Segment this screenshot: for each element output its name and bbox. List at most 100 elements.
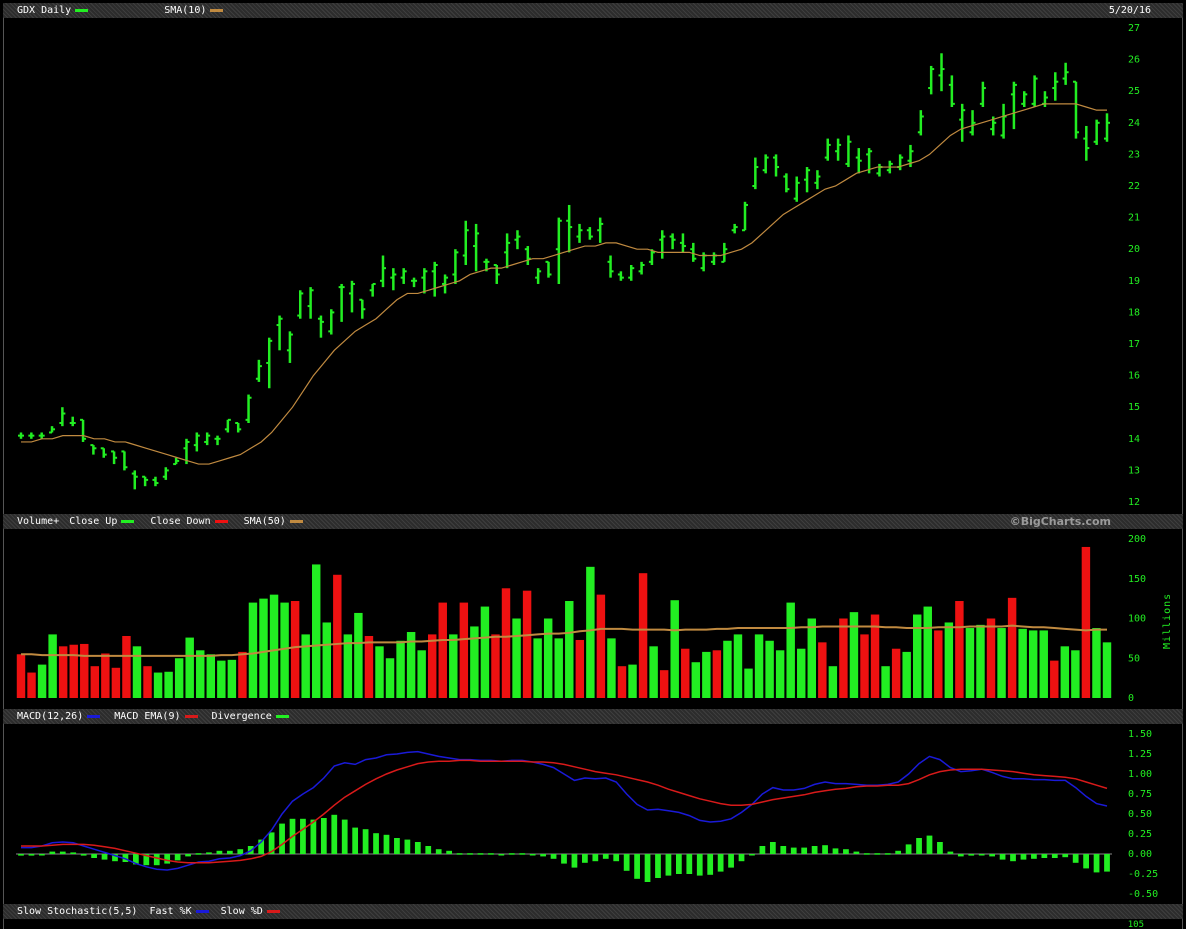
price-sma-label: SMA(10) [164, 5, 207, 16]
volume-bar [143, 666, 152, 698]
divergence-bar [1072, 854, 1079, 863]
volume-bar [691, 662, 701, 698]
divergence-bar [738, 854, 745, 862]
volume-bar [1039, 630, 1048, 698]
macd-panel: -0.50 -0.25 0.00 0.25 0.50 0.75 1.00 1.25 1.50 [3, 724, 1183, 904]
macd-ema-swatch [184, 714, 198, 718]
volume-bar [333, 574, 342, 698]
divergence-bar [519, 853, 526, 855]
volume-bar [744, 668, 753, 698]
divergence-bar [446, 850, 453, 854]
volume-bar [501, 588, 511, 698]
volume-panel-header: Volume+ Close Up Close Down SMA(50) ©Big… [3, 514, 1183, 529]
divergence-bar [644, 854, 651, 882]
volume-bar [944, 622, 954, 698]
volume-bar [533, 638, 542, 698]
volume-bar [375, 646, 384, 698]
volume-bar [986, 618, 996, 698]
divergence-bar [613, 854, 620, 862]
volume-bar [364, 635, 374, 698]
volume-bar [565, 601, 574, 698]
volume-bar [153, 672, 163, 698]
divergence-bar [968, 854, 975, 856]
close-up-swatch [121, 519, 135, 523]
volume-bar [797, 648, 806, 698]
volume-bar [69, 644, 78, 698]
divergence-bar [947, 851, 954, 854]
divergence-bar [749, 854, 755, 856]
divergence-bar [508, 853, 515, 855]
price-tick-label: 20 [1128, 244, 1140, 255]
divergence-bar [279, 823, 285, 854]
stochastic-label: Slow Stochastic(5,5) [17, 906, 138, 917]
volume-bar [1092, 628, 1101, 698]
volume-bar [1071, 650, 1080, 698]
divergence-bar [195, 853, 202, 855]
divergence-bar [780, 846, 787, 854]
divergence-bar [665, 854, 672, 876]
ticker-swatch [75, 8, 89, 12]
divergence-bar [832, 848, 839, 854]
price-tick-label: 21 [1128, 213, 1140, 224]
macd-tick-label: 1.00 [1128, 769, 1152, 780]
divergence-bar [561, 854, 567, 864]
volume-bar [259, 598, 268, 698]
volume-bar [849, 612, 859, 698]
volume-bar [934, 630, 943, 698]
divergence-bar [414, 842, 421, 854]
close-up-label: Close Up [69, 516, 118, 527]
slow-d-swatch [266, 909, 280, 913]
divergence-bar [634, 854, 640, 879]
divergence-bar [362, 829, 369, 854]
divergence-bar [874, 853, 881, 855]
divergence-bar [404, 839, 411, 854]
divergence-bar [394, 838, 400, 854]
stochastic-panel-header: Slow Stochastic(5,5) Fast %K Slow %D [3, 904, 1183, 919]
volume-bar [16, 654, 26, 698]
volume-bar [385, 658, 395, 698]
macd-tick-label: 0.00 [1128, 849, 1152, 860]
volume-bar [480, 606, 490, 698]
divergence-bar [373, 833, 379, 854]
slow-d-label: Slow %D [220, 906, 263, 917]
divergence-bar [529, 854, 536, 856]
divergence-bar [185, 854, 191, 857]
volume-bar [586, 566, 595, 698]
divergence-bar [811, 846, 818, 854]
divergence-bar [300, 818, 306, 854]
ticker-label: GDX Daily [17, 5, 72, 16]
divergence-bar [926, 835, 933, 854]
divergence-bar [216, 850, 223, 854]
volume-bar [185, 637, 194, 698]
volume-bar [459, 602, 469, 698]
macd-tick-label: -0.25 [1128, 869, 1158, 880]
divergence-bar [1010, 854, 1016, 862]
volume-bar [923, 606, 932, 698]
divergence-bar [717, 854, 724, 872]
divergence-bar [571, 854, 578, 868]
volume-bar [164, 671, 173, 698]
macd-tick-label: 0.50 [1128, 809, 1152, 820]
divergence-bar [206, 852, 212, 854]
price-sma-line [21, 103, 1107, 465]
volume-bar [891, 648, 901, 698]
volume-bar [976, 624, 985, 698]
divergence-bar [686, 854, 693, 874]
macd-tick-label: 0.25 [1128, 829, 1152, 840]
close-down-swatch [214, 519, 228, 523]
divergence-bar [226, 850, 233, 854]
price-tick-label: 14 [1128, 434, 1140, 445]
divergence-bar [1083, 854, 1089, 869]
volume-bar [90, 666, 100, 698]
divergence-bar [1041, 854, 1048, 858]
price-sma-swatch [210, 8, 224, 12]
volume-bar [37, 664, 47, 698]
divergence-swatch [275, 714, 289, 718]
volume-panel: 0 50 100 150 200 Millions [3, 529, 1183, 709]
macd-tick-label: 1.25 [1128, 749, 1152, 760]
volume-bar [617, 666, 627, 698]
volume-bar [354, 612, 363, 698]
macd-chart: -0.50 -0.25 0.00 0.25 0.50 0.75 1.00 1.25 1.50 [16, 729, 1158, 900]
macd-label: MACD(12,26) [17, 711, 84, 722]
volume-bar [238, 651, 247, 698]
